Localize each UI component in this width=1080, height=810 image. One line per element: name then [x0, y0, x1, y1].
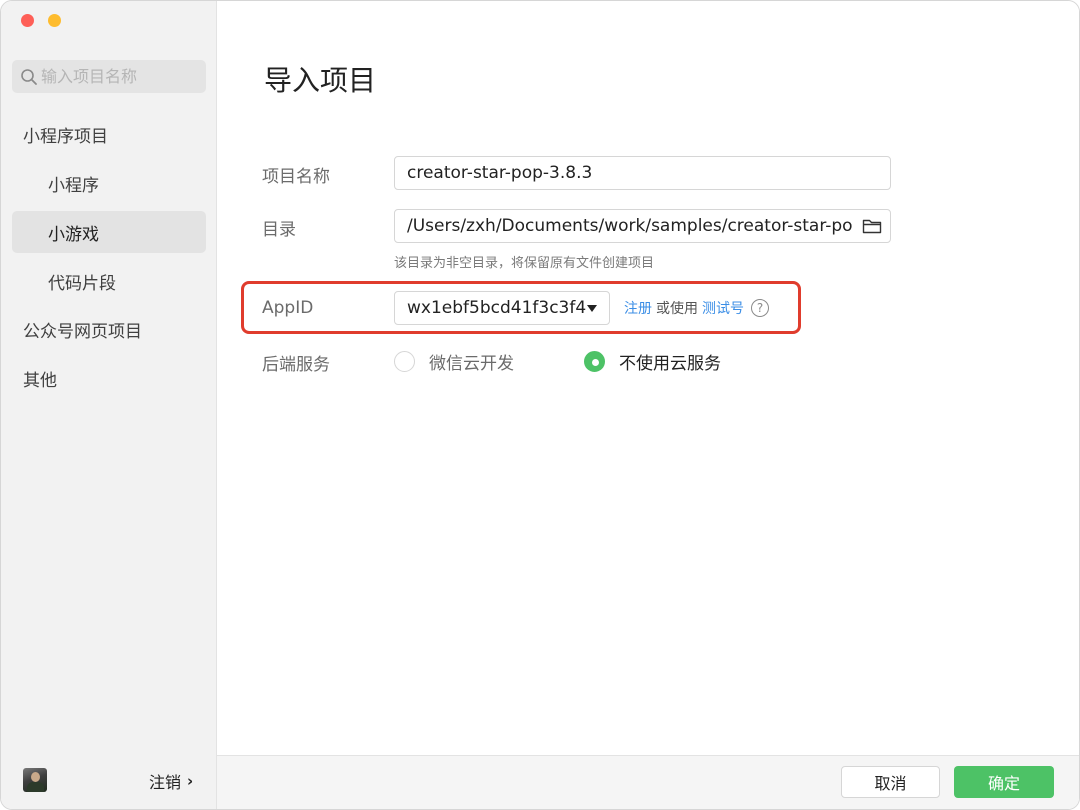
sidebar-item-label: 代码片段	[48, 273, 116, 294]
confirm-button[interactable]: 确定	[954, 766, 1054, 798]
sidebar-footer: 注销 ›	[1, 755, 217, 809]
sidebar-item-label: 其他	[23, 370, 57, 391]
cancel-button[interactable]: 取消	[841, 766, 940, 798]
search-icon	[21, 68, 37, 85]
sidebar-item-label: 小程序项目	[23, 126, 108, 147]
appid-links: 注册 或使用 测试号 ?	[624, 298, 769, 318]
project-name-field[interactable]: creator-star-pop-3.8.3	[394, 156, 891, 190]
directory-label: 目录	[262, 220, 296, 240]
sidebar-item-miniprogram-project[interactable]: 小程序项目	[12, 113, 206, 155]
logout-label: 注销	[149, 773, 182, 792]
directory-hint: 该目录为非空目录，将保留原有文件创建项目	[394, 256, 655, 271]
backend-option-none[interactable]: 不使用云服务	[584, 349, 721, 374]
close-window-button[interactable]	[21, 14, 34, 27]
logout-button[interactable]: 注销 ›	[149, 769, 193, 793]
directory-value: /Users/zxh/Documents/work/samples/creato…	[407, 216, 852, 236]
sidebar-item-other[interactable]: 其他	[12, 357, 206, 399]
register-link[interactable]: 注册	[624, 298, 652, 318]
minimize-window-button[interactable]	[48, 14, 61, 27]
sidebar-item-code-snippet[interactable]: 代码片段	[12, 260, 206, 302]
sidebar-item-miniprogram[interactable]: 小程序	[12, 162, 206, 204]
main-panel: 导入项目 项目名称 creator-star-pop-3.8.3 目录 /Use…	[217, 1, 1079, 809]
sidebar: 小程序项目 小程序 小游戏 代码片段 公众号网页项目 其他 注销 ›	[1, 1, 217, 809]
project-search[interactable]	[12, 60, 206, 93]
avatar-body	[27, 782, 44, 792]
project-name-label: 项目名称	[262, 167, 330, 187]
avatar[interactable]	[23, 768, 47, 792]
test-account-link[interactable]: 测试号	[702, 298, 744, 318]
sidebar-item-official-account-web[interactable]: 公众号网页项目	[12, 308, 206, 350]
avatar-head	[31, 772, 40, 782]
appid-label: AppID	[262, 298, 314, 318]
help-icon[interactable]: ?	[751, 299, 769, 317]
search-input[interactable]	[41, 67, 201, 86]
dialog-footer: 取消 确定	[217, 755, 1079, 809]
window-controls	[21, 14, 61, 27]
radio-cloud-dev[interactable]	[394, 351, 415, 372]
dropdown-arrow-icon	[587, 305, 597, 312]
appid-value: wx1ebf5bcd41f3c3f4	[407, 298, 587, 318]
page-title: 导入项目	[264, 64, 377, 97]
project-name-value: creator-star-pop-3.8.3	[407, 163, 593, 183]
sidebar-item-minigame[interactable]: 小游戏	[12, 211, 206, 253]
backend-service-label: 后端服务	[262, 355, 330, 375]
directory-field[interactable]: /Users/zxh/Documents/work/samples/creato…	[394, 209, 891, 243]
folder-icon[interactable]	[862, 217, 882, 235]
or-use-text: 或使用	[656, 301, 698, 317]
sidebar-item-label: 小程序	[48, 175, 99, 196]
sidebar-item-label: 小游戏	[48, 224, 99, 245]
import-project-window: 小程序项目 小程序 小游戏 代码片段 公众号网页项目 其他 注销 ›	[0, 0, 1080, 810]
radio-no-cloud[interactable]	[584, 351, 605, 372]
appid-select[interactable]: wx1ebf5bcd41f3c3f4	[394, 291, 610, 325]
radio-cloud-dev-label: 微信云开发	[429, 354, 514, 374]
chevron-right-icon: ›	[187, 772, 194, 790]
radio-no-cloud-label: 不使用云服务	[619, 354, 721, 374]
backend-option-cloud[interactable]: 微信云开发	[394, 349, 514, 374]
sidebar-item-label: 公众号网页项目	[23, 321, 142, 342]
